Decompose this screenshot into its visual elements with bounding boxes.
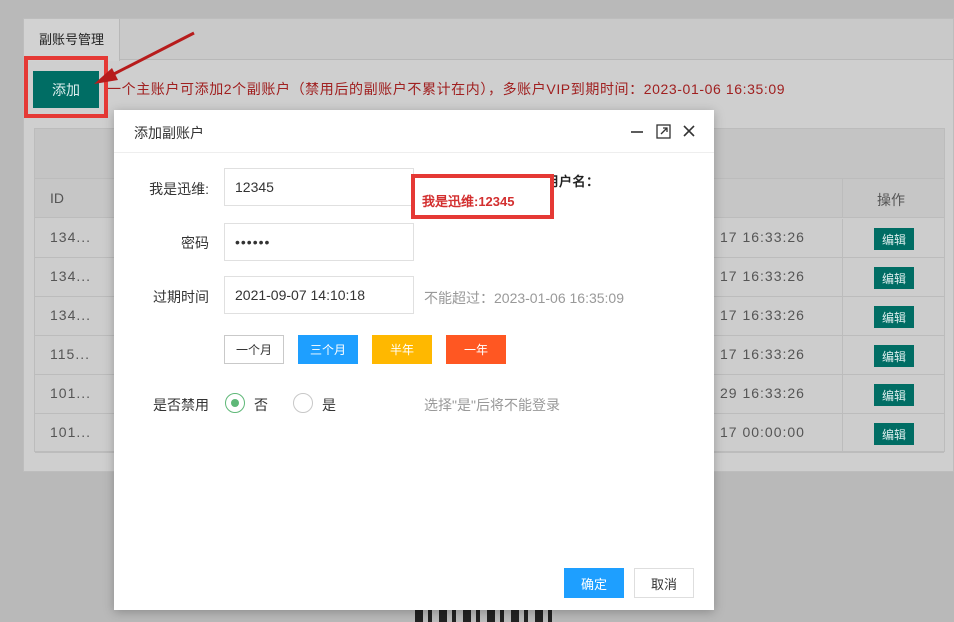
edit-button[interactable]: 编辑 (874, 228, 914, 250)
row-time: 17 16:33:26 (720, 268, 805, 284)
one-year-button[interactable]: 一年 (446, 335, 506, 364)
password-label: 密码 (181, 235, 209, 251)
row-time: 29 16:33:26 (720, 385, 805, 401)
account-limit-notice: 一个主账户可添加2个副账户（禁用后的副账户不累计在内），多账户VIP到期时间：2… (107, 81, 786, 97)
row-id: 134... (50, 268, 92, 284)
username-input[interactable] (224, 168, 414, 206)
column-header-id: ID (50, 190, 64, 206)
username-label: 我是迅维: (149, 181, 209, 197)
column-divider (842, 414, 843, 452)
column-divider (842, 297, 843, 335)
row-id: 134... (50, 307, 92, 323)
expire-time-input[interactable] (224, 276, 414, 314)
add-sub-account-dialog: 添加副账户 我是迅维: 副账号登录时请输入用户名： 我是迅维:12345 密码 … (114, 110, 714, 610)
disable-no-radio[interactable] (225, 393, 245, 413)
row-id: 115... (50, 346, 90, 362)
dialog-header: 添加副账户 (114, 110, 714, 153)
half-year-button[interactable]: 半年 (372, 335, 432, 364)
row-time: 17 16:33:26 (720, 307, 805, 323)
maximize-icon[interactable] (654, 122, 672, 140)
edit-button[interactable]: 编辑 (874, 345, 914, 367)
confirm-button[interactable]: 确定 (564, 568, 624, 598)
expire-limit-hint: 不能超过：2023-01-06 16:35:09 (424, 290, 624, 306)
annotation-arrow-icon (94, 31, 195, 84)
column-divider (842, 219, 843, 257)
login-username-preview: 我是迅维:12345 (422, 194, 515, 209)
row-id: 101... (50, 385, 92, 401)
edit-button[interactable]: 编辑 (874, 384, 914, 406)
cancel-button[interactable]: 取消 (634, 568, 694, 598)
close-icon[interactable] (680, 122, 698, 140)
dialog-title: 添加副账户 (134, 125, 204, 141)
column-divider (842, 179, 843, 217)
expire-time-label: 过期时间 (153, 289, 209, 305)
password-input[interactable] (224, 223, 414, 261)
column-divider (842, 336, 843, 374)
column-divider (842, 375, 843, 413)
row-time: 17 16:33:26 (720, 346, 805, 362)
column-header-operation: 操作 (877, 192, 905, 208)
edit-button[interactable]: 编辑 (874, 423, 914, 445)
edit-button[interactable]: 编辑 (874, 267, 914, 289)
edit-button[interactable]: 编辑 (874, 306, 914, 328)
column-divider (842, 258, 843, 296)
login-hint-highlight: 我是迅维:12345 (411, 174, 554, 219)
row-id: 134... (50, 229, 92, 245)
three-months-button[interactable]: 三个月 (298, 335, 358, 364)
disable-yes-radio[interactable] (293, 393, 313, 413)
minimize-icon[interactable] (628, 122, 646, 140)
disable-yes-label[interactable]: 是 (322, 395, 336, 415)
row-time: 17 16:33:26 (720, 229, 805, 245)
disable-hint: 选择"是"后将不能登录 (424, 397, 560, 413)
disable-no-label[interactable]: 否 (254, 395, 268, 415)
disable-label: 是否禁用 (153, 397, 209, 413)
row-id: 101... (50, 424, 92, 440)
row-time: 17 00:00:00 (720, 424, 805, 440)
one-month-button[interactable]: 一个月 (224, 335, 284, 364)
